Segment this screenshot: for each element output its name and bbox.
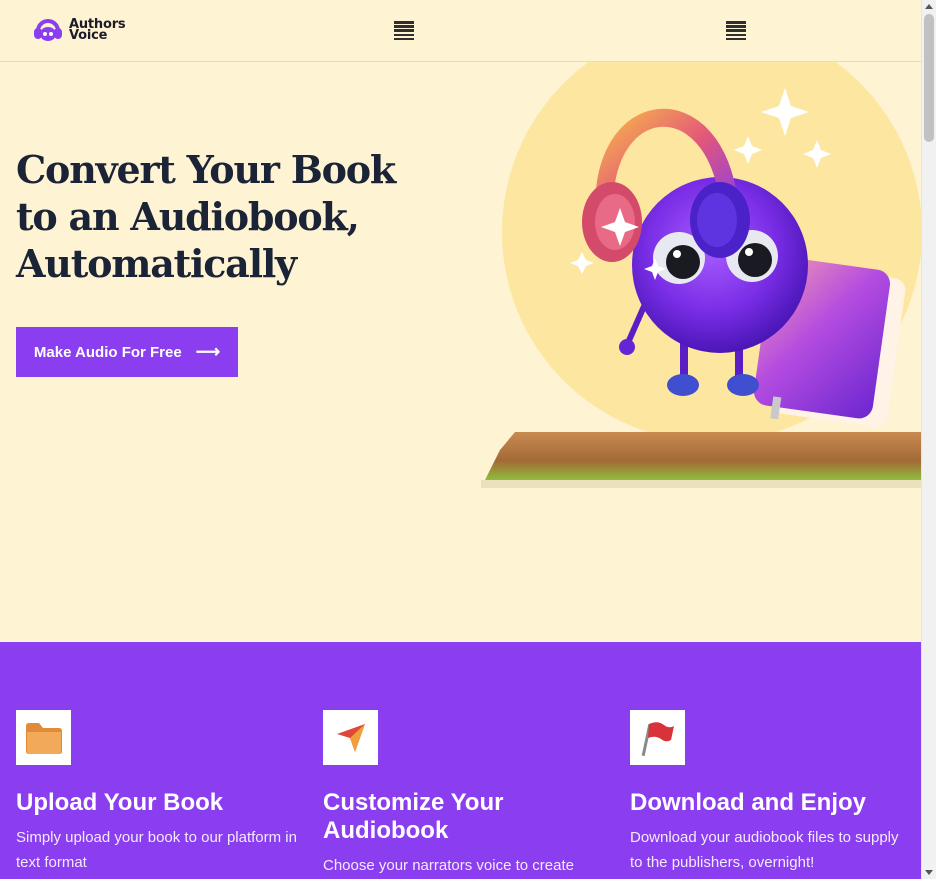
logo-headphones-icon (33, 17, 63, 43)
site-header: Authors Voice (0, 0, 921, 62)
feature-title: Upload Your Book (16, 789, 224, 816)
folder-icon (16, 710, 71, 765)
feature-desc: Simply upload your book to our platform … (16, 829, 297, 871)
scroll-up-icon[interactable] (925, 4, 933, 9)
feature-desc: Download your audiobook files to supply … (630, 829, 899, 871)
feature-title: Customize Your Audiobook (323, 789, 504, 844)
scrollbar-thumb[interactable] (924, 14, 934, 142)
make-audio-button[interactable]: Make Audio For Free ⟶ (16, 327, 238, 377)
features-section: Upload Your Book Simply upload your book… (0, 642, 921, 879)
logo-text: Authors Voice (69, 18, 126, 42)
page-scrollbar[interactable] (921, 0, 936, 879)
cursor-arrow-icon (323, 710, 378, 765)
hero-title: Convert Your Book to an Audiobook, Autom… (16, 147, 396, 286)
feature-upload: Upload Your Book Simply upload your book… (16, 710, 301, 875)
flag-icon (630, 710, 685, 765)
make-audio-button-label: Make Audio For Free (33, 343, 182, 361)
feature-desc: Choose your narrators voice to create (323, 857, 574, 874)
feature-download: Download and Enjoy Download your audiobo… (630, 710, 915, 875)
feature-customize: Customize Your Audiobook Choose your nar… (323, 710, 608, 878)
scroll-down-icon[interactable] (925, 870, 933, 875)
hero-illustration (455, 10, 921, 500)
page: Authors Voice Convert Your Book to an Au… (0, 0, 921, 879)
logo[interactable]: Authors Voice (33, 17, 126, 43)
feature-title: Download and Enjoy (630, 789, 867, 816)
hamburger-menu-icon[interactable] (726, 21, 746, 41)
arrow-right-icon: ⟶ (195, 342, 221, 361)
hamburger-menu-icon[interactable] (394, 21, 414, 41)
